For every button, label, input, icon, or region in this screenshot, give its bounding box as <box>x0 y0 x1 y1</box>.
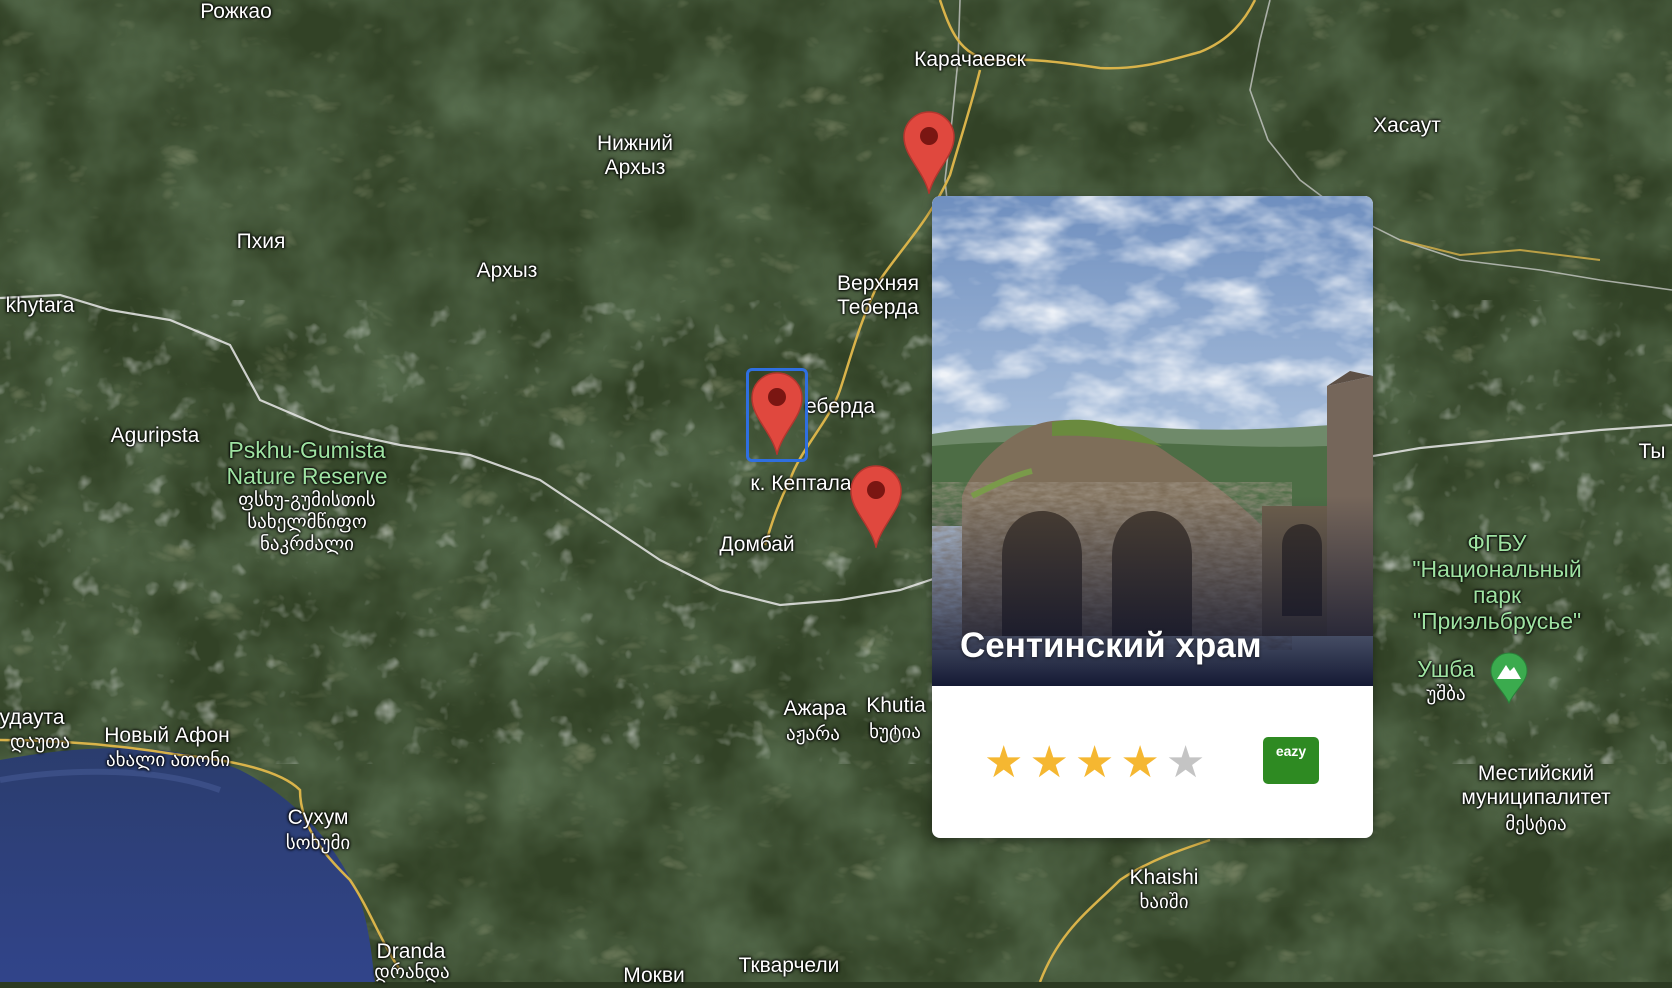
place-label-karachaevsk: Карачаевск <box>914 48 1026 71</box>
place-label-dranda: Dranda <box>376 940 446 963</box>
place-label-aguripsta: Aguripsta <box>110 424 200 447</box>
place-label-fgbu-elbrus: ФГБУ "Национальный парк "Приэльбрусье" <box>1412 530 1581 634</box>
place-label-ty: Ты <box>1638 440 1666 463</box>
place-label-line: Архыз <box>604 156 666 179</box>
place-label-novy-afon-georgian: ახალი ათონი <box>105 750 231 771</box>
place-label-mokvi: Мокви <box>623 964 685 987</box>
place-label-tkvarcheli: Ткварчели <box>738 954 840 977</box>
place-label-line: муниципалитет <box>1461 786 1611 809</box>
place-label-sukhum-georgian: სოხუმი <box>285 833 351 854</box>
place-photo[interactable]: Сентинский храм <box>932 196 1373 686</box>
place-title: Сентинский храм <box>960 626 1262 665</box>
place-label-gudauta: удаута <box>0 706 65 729</box>
star-filled-icon: ★ <box>1029 737 1069 788</box>
star-empty-icon: ★ <box>1165 737 1206 788</box>
place-label-dranda-georgian: დრანდა <box>374 962 450 983</box>
star-filled-icon: ★ <box>1074 737 1115 788</box>
place-info-card[interactable]: Сентинский храм ★ ★ ★ ★ ★ eazy <box>932 196 1373 838</box>
place-label-line: парк <box>1472 582 1522 608</box>
place-label-azhara: Ажара <box>783 697 847 720</box>
marker-north[interactable] <box>902 110 956 196</box>
place-label-pskhu-georgian: ფსხუ-გუმისთის სახელმწიფო ნაკრძალი <box>238 490 375 556</box>
place-label-novy-afon: Новый Афон <box>104 724 230 747</box>
place-label-pkhia: Пхия <box>236 230 286 253</box>
place-label-line: "Национальный <box>1412 556 1582 582</box>
marker-teberda-selected[interactable] <box>750 371 804 457</box>
star-filled-icon: ★ <box>1120 737 1160 788</box>
place-label-khaishi-georgian: ხაიში <box>1139 892 1189 913</box>
place-label-line: ФГБУ <box>1467 530 1527 556</box>
place-label-line: "Приэльбрусье" <box>1412 608 1582 634</box>
star-filled-icon: ★ <box>984 737 1024 788</box>
place-label-khytara: khytara <box>5 294 75 317</box>
place-label-line: Местийский <box>1477 762 1595 785</box>
difficulty-badge: eazy <box>1263 737 1319 784</box>
place-label-line: Nature Reserve <box>226 463 388 489</box>
place-label-dombai: Домбай <box>719 533 795 556</box>
marker-dombai[interactable] <box>849 464 903 550</box>
mountain-icon[interactable] <box>1489 652 1529 709</box>
place-label-khutia-georgian: ხუტია <box>869 722 921 743</box>
place-label-azhara-georgian: აჟარა <box>786 724 840 745</box>
place-label-line: Верхняя <box>837 272 919 295</box>
place-label-ushba: Ушба <box>1417 656 1475 682</box>
place-label-ushba-georgian: უშბა <box>1426 684 1466 705</box>
place-label-sukhum: Сухум <box>287 806 349 829</box>
place-label-arkhyz: Архыз <box>476 259 538 282</box>
place-label-keptala: к. Кептала <box>750 472 852 495</box>
place-label-nizhny-arkhyz: Нижний Архыз <box>597 132 673 180</box>
place-label-khutia: Khutia <box>866 694 926 717</box>
place-label-line: სახელმწიფო <box>247 512 367 533</box>
place-label-line: Pskhu-Gumista <box>228 437 386 463</box>
place-label-rozhkao: Рожкао <box>200 0 272 23</box>
place-label-line: Нижний <box>596 132 674 155</box>
place-label-khaishi: Khaishi <box>1129 866 1199 889</box>
place-label-khasaut: Хасаут <box>1373 114 1441 137</box>
place-label-mestia: Местийский муниципалитет <box>1461 762 1610 810</box>
place-label-teberda: еберда <box>804 395 876 418</box>
place-label-line: ფსხუ-გუმისთის <box>238 490 376 511</box>
place-label-mestia-georgian: მესტია <box>1505 814 1567 835</box>
place-label-pskhu-gumista: Pskhu-Gumista Nature Reserve <box>226 437 387 489</box>
place-label-verkhnyaya-teberda: Верхняя Теберда <box>837 272 919 320</box>
place-label-line: Теберда <box>837 296 919 319</box>
rating-stars: ★ ★ ★ ★ ★ <box>984 741 1205 785</box>
place-label-line: ნაკრძალი <box>259 534 355 555</box>
place-label-gudauta-georgian: დაუთა <box>10 732 70 753</box>
